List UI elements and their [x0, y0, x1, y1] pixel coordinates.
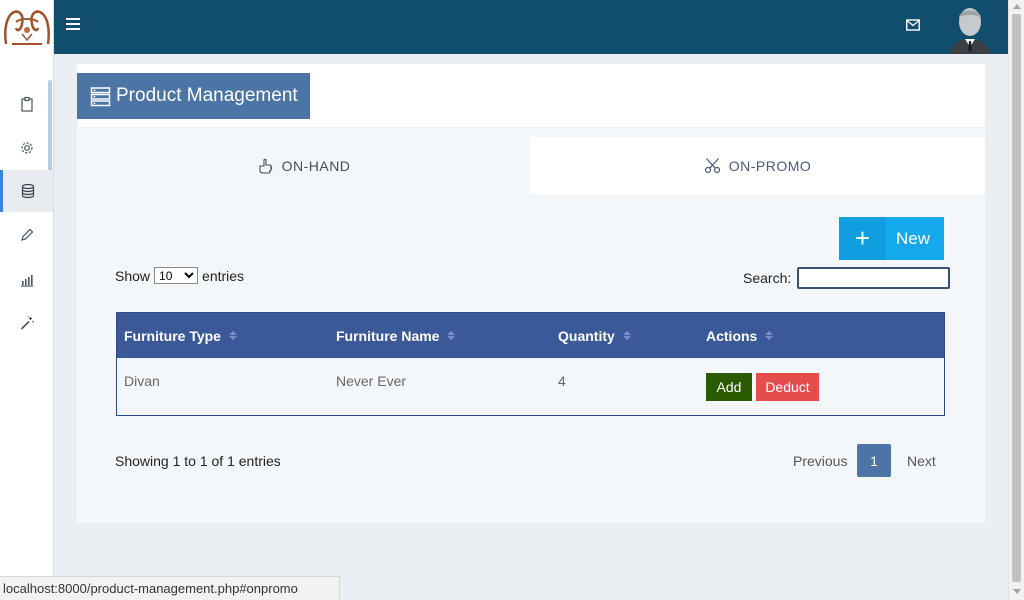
- entries-length-control: Show 10 entries: [115, 267, 244, 284]
- card-header: Product Management: [77, 64, 985, 128]
- search-label: Search:: [743, 270, 792, 286]
- products-table: Furniture Type Furniture Name Quantity A…: [116, 312, 945, 416]
- tab-on-hand-label: ON-HAND: [281, 157, 351, 174]
- pencil-icon: [20, 228, 33, 241]
- hamburger-icon[interactable]: [66, 18, 80, 34]
- page-title: Product Management: [77, 73, 310, 119]
- clipboard-icon: [20, 96, 33, 112]
- gear-icon: [20, 142, 33, 154]
- page-scrollbar[interactable]: [1008, 0, 1024, 600]
- table-info: Showing 1 to 1 of 1 entries: [115, 453, 281, 469]
- table-search: Search:: [743, 267, 951, 289]
- show-label: Show: [115, 267, 151, 284]
- cell-quantity: 4: [558, 373, 566, 389]
- add-button[interactable]: Add: [706, 373, 752, 401]
- sort-icon: [228, 331, 237, 340]
- tab-on-promo[interactable]: ON-PROMO: [530, 137, 985, 194]
- scissors-icon: [704, 158, 720, 174]
- search-input[interactable]: [797, 267, 951, 289]
- column-title: Quantity: [558, 327, 615, 344]
- furniture-logo[interactable]: [0, 0, 54, 54]
- main-card: Product Management ON-HAND ON-PROMO + Ne…: [77, 64, 985, 523]
- page-title-text: Product Management: [116, 85, 298, 106]
- sidebar-item-database[interactable]: [0, 170, 53, 212]
- page-1-button[interactable]: 1: [857, 444, 891, 477]
- scroll-up-arrow-icon[interactable]: [1013, 4, 1021, 9]
- column-header-quantity[interactable]: Quantity: [558, 313, 631, 358]
- scroll-down-arrow-icon[interactable]: [1013, 589, 1021, 594]
- entries-label: entries: [202, 267, 245, 284]
- browser-status-url: localhost:8000/product-management.php#on…: [0, 576, 340, 600]
- top-navbar: [54, 0, 1008, 54]
- sidebar-item-clipboard[interactable]: [0, 83, 53, 125]
- column-header-furniture-type[interactable]: Furniture Type: [124, 313, 237, 358]
- column-header-furniture-name[interactable]: Furniture Name: [336, 313, 456, 358]
- next-page-button[interactable]: Next: [907, 444, 936, 477]
- cell-furniture-name: Never Ever: [336, 373, 407, 389]
- sidebar: [0, 0, 54, 600]
- scrollbar-thumb[interactable]: [1012, 14, 1021, 582]
- new-button-label: New: [896, 228, 931, 248]
- tab-bar: ON-HAND ON-PROMO: [77, 137, 985, 194]
- server-list-icon: [90, 86, 111, 106]
- hand-icon: [259, 158, 272, 174]
- new-product-button[interactable]: + New: [839, 217, 944, 260]
- database-icon: [21, 183, 35, 199]
- magic-wand-icon: [20, 316, 34, 330]
- user-avatar[interactable]: [946, 4, 994, 54]
- tab-on-hand[interactable]: ON-HAND: [77, 137, 530, 194]
- tab-on-promo-label: ON-PROMO: [728, 157, 812, 174]
- sidebar-item-settings[interactable]: [0, 127, 53, 169]
- previous-page-button[interactable]: Previous: [793, 444, 847, 477]
- column-title: Furniture Name: [336, 327, 440, 344]
- sidebar-item-reports[interactable]: [0, 259, 53, 301]
- sort-icon: [622, 331, 631, 340]
- column-title: Furniture Type: [124, 327, 221, 344]
- sidebar-item-tools[interactable]: [0, 302, 53, 344]
- column-title: Actions: [706, 327, 758, 344]
- column-header-actions[interactable]: Actions: [706, 313, 774, 358]
- entries-per-page-select[interactable]: 10: [154, 267, 199, 284]
- sort-icon: [765, 331, 774, 340]
- sidebar-item-edit[interactable]: [0, 214, 53, 256]
- plus-icon: +: [839, 217, 886, 260]
- table-header: Furniture Type Furniture Name Quantity A…: [117, 313, 944, 358]
- deduct-button[interactable]: Deduct: [756, 373, 819, 401]
- envelope-icon[interactable]: [906, 19, 920, 31]
- sort-icon: [447, 331, 456, 340]
- bar-chart-icon: [20, 275, 33, 287]
- cell-furniture-type: Divan: [124, 373, 160, 389]
